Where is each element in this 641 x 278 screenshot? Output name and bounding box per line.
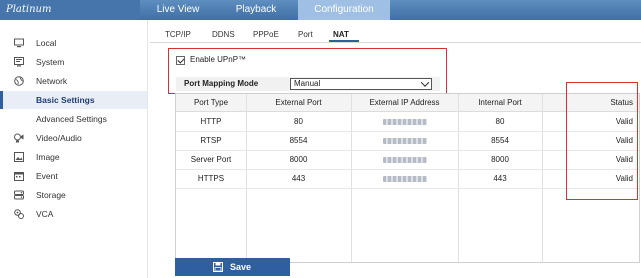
sidebar-item-vca[interactable]: VCA <box>0 205 147 223</box>
nav-tab-configuration[interactable]: Configuration <box>298 0 390 20</box>
header-external-ip: External IP Address <box>369 98 440 107</box>
brand-logo: Platinum <box>0 0 140 20</box>
cell-external-ip <box>351 151 458 169</box>
cell-external-ip <box>351 170 458 188</box>
cell-external-port[interactable]: 8000 <box>246 151 351 169</box>
tab-port[interactable]: Port <box>298 30 313 39</box>
cell-internal-port: 80 <box>495 117 505 126</box>
top-bar: Platinum Live View Playback Configuratio… <box>0 0 641 20</box>
sidebar-item-network[interactable]: Network <box>0 72 147 90</box>
storage-icon <box>14 190 24 200</box>
save-icon <box>213 262 223 272</box>
tab-pppoe[interactable]: PPPoE <box>253 30 279 39</box>
sidebar-item-label: System <box>36 57 65 67</box>
tab-ddns[interactable]: DDNS <box>212 30 235 39</box>
video-audio-icon <box>14 133 24 143</box>
cell-external-ip <box>351 113 458 131</box>
system-icon <box>14 57 24 67</box>
sidebar-item-label: Image <box>36 152 60 162</box>
sidebar-item-label: Network <box>36 76 68 86</box>
sidebar-item-label: Local <box>36 38 57 48</box>
redacted-ip <box>382 175 427 182</box>
cell-external-port[interactable]: 8554 <box>246 132 351 150</box>
sidebar-item-storage[interactable]: Storage <box>0 186 147 204</box>
header-external-port: External Port <box>275 98 322 107</box>
cell-external-port[interactable]: 80 <box>246 113 351 131</box>
sidebar-item-label: Storage <box>36 190 66 200</box>
cell-internal-port: 8000 <box>491 155 509 164</box>
cell-port-type: HTTPS <box>197 174 225 183</box>
sidebar-item-label: VCA <box>36 209 54 219</box>
image-icon <box>14 152 24 162</box>
app-window: Platinum Live View Playback Configuratio… <box>0 0 641 278</box>
active-indicator <box>0 91 3 109</box>
cell-port-type: RTSP <box>200 136 222 145</box>
monitor-icon <box>14 38 24 48</box>
globe-icon <box>14 76 24 86</box>
redacted-ip <box>382 118 427 125</box>
sidebar-item-video-audio[interactable]: Video/Audio <box>0 129 147 147</box>
sidebar: Local System Network Basic Settings Adva… <box>0 20 148 278</box>
calendar-icon <box>14 172 24 181</box>
redacted-ip <box>382 137 427 144</box>
sidebar-item-label: Video/Audio <box>36 133 82 143</box>
sidebar-item-local[interactable]: Local <box>0 34 147 52</box>
sidebar-item-image[interactable]: Image <box>0 148 147 166</box>
sidebar-item-label: Advanced Settings <box>36 114 107 124</box>
tab-divider <box>150 42 641 43</box>
sidebar-item-basic-settings[interactable]: Basic Settings <box>0 91 147 109</box>
tab-nat[interactable]: NAT <box>333 30 349 39</box>
tab-tcp-ip[interactable]: TCP/IP <box>165 30 191 39</box>
cell-internal-port: 443 <box>493 174 507 183</box>
active-tab-underline <box>329 40 359 42</box>
cell-port-type: HTTP <box>200 117 222 126</box>
status-highlight-box <box>566 82 638 200</box>
cell-internal-port: 8554 <box>491 136 509 145</box>
nav-tab-live-view[interactable]: Live View <box>140 0 216 20</box>
sidebar-item-event[interactable]: Event <box>0 167 147 185</box>
sidebar-item-system[interactable]: System <box>0 53 147 71</box>
header-internal-port: Internal Port <box>478 98 522 107</box>
cell-external-port[interactable]: 443 <box>246 170 351 188</box>
header-port-type: Port Type <box>193 98 229 107</box>
cell-port-type: Server Port <box>190 155 232 164</box>
vca-icon <box>14 209 24 219</box>
save-button[interactable]: Save <box>175 258 290 276</box>
sidebar-item-advanced-settings[interactable]: Advanced Settings <box>0 110 147 128</box>
sidebar-item-label: Event <box>36 171 58 181</box>
cell-external-ip <box>351 132 458 150</box>
save-label: Save <box>230 262 252 272</box>
upnp-highlight-box <box>168 48 447 94</box>
nav-tab-playback[interactable]: Playback <box>218 0 294 20</box>
redacted-ip <box>382 156 427 163</box>
sidebar-item-label: Basic Settings <box>36 95 95 105</box>
